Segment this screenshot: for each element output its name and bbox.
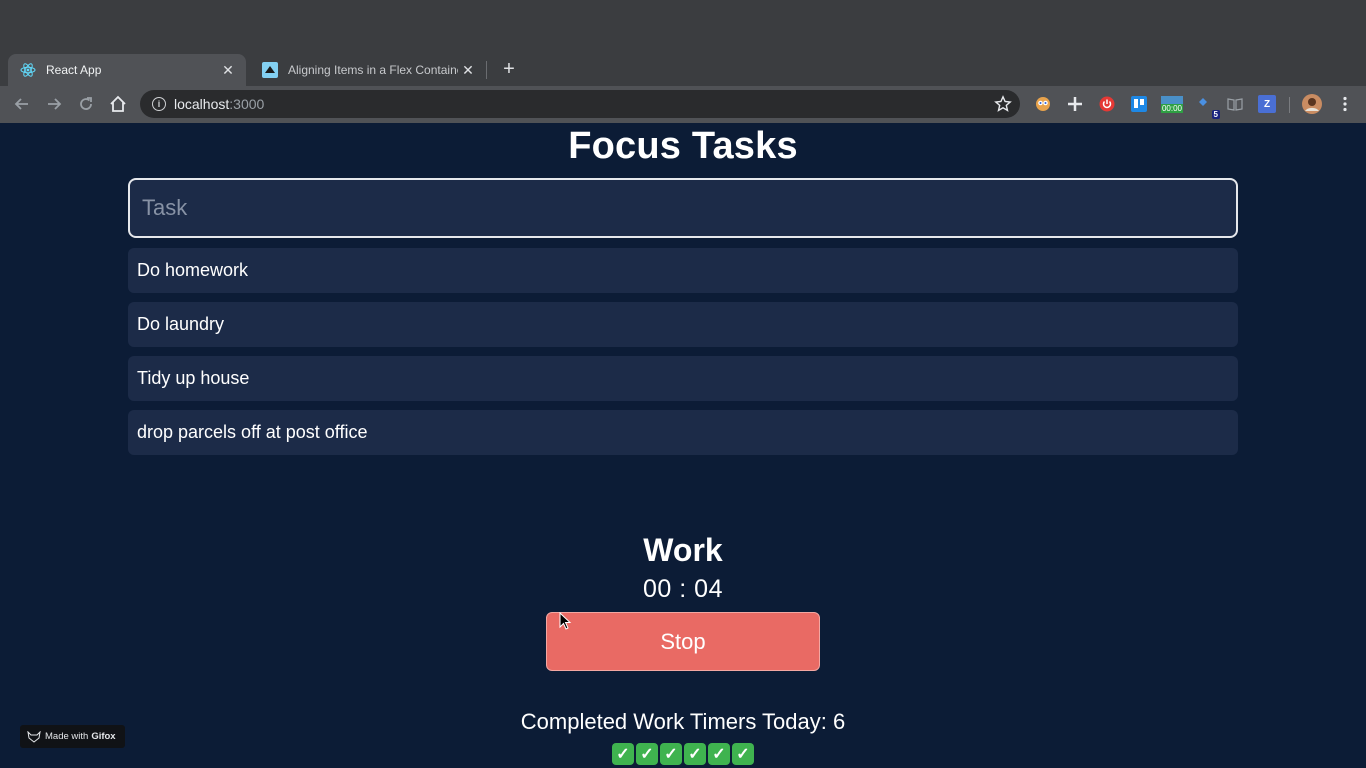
tab-title: Aligning Items in a Flex Containe xyxy=(288,63,458,77)
watermark-prefix: Made with xyxy=(45,731,89,742)
gifox-watermark: Made with Gifox xyxy=(20,725,125,748)
task-list: Do homework Do laundry Tidy up house dro… xyxy=(128,248,1238,464)
address-bar[interactable]: i localhost:3000 xyxy=(140,90,1020,118)
reader-extension-icon[interactable] xyxy=(1226,95,1244,113)
check-mark-icon: ✓ xyxy=(612,743,634,765)
timer-display: 00 : 04 xyxy=(643,575,723,603)
check-mark-icon: ✓ xyxy=(708,743,730,765)
stop-button[interactable]: Stop xyxy=(546,612,820,671)
browser-tabstrip: React App ✕ Aligning Items in a Flex Con… xyxy=(0,0,1366,86)
check-mark-icon: ✓ xyxy=(732,743,754,765)
timer-extension-icon[interactable]: 00:00 xyxy=(1158,95,1186,113)
reload-icon[interactable] xyxy=(75,93,97,115)
fox-logo-icon xyxy=(27,730,41,743)
tab-react-app[interactable]: React App ✕ xyxy=(8,54,246,86)
mdn-icon xyxy=(262,62,278,78)
close-tab-icon[interactable]: ✕ xyxy=(458,62,478,79)
check-mark-icon: ✓ xyxy=(660,743,682,765)
power-extension-icon[interactable] xyxy=(1098,95,1116,113)
task-item[interactable]: Tidy up house xyxy=(128,356,1238,401)
bookmark-star-icon[interactable] xyxy=(994,95,1012,113)
page-title: Focus Tasks xyxy=(568,125,798,167)
task-item[interactable]: Do homework xyxy=(128,248,1238,293)
new-tab-button[interactable]: + xyxy=(498,58,520,80)
check-mark-icon: ✓ xyxy=(684,743,706,765)
react-icon xyxy=(20,62,36,78)
tab-title: React App xyxy=(46,63,102,77)
completed-checks: ✓ ✓ ✓ ✓ ✓ ✓ xyxy=(0,743,1366,765)
home-icon[interactable] xyxy=(107,93,129,115)
move-extension-icon[interactable] xyxy=(1066,95,1084,113)
toolbar-divider xyxy=(1289,97,1290,113)
forward-icon[interactable] xyxy=(43,93,65,115)
check-mark-icon: ✓ xyxy=(636,743,658,765)
url-text: localhost:3000 xyxy=(174,96,265,112)
completed-timers-label: Completed Work Timers Today: 6 xyxy=(520,709,846,734)
trello-extension-icon[interactable] xyxy=(1130,95,1148,113)
app-page: Focus Tasks Do homework Do laundry Tidy … xyxy=(0,123,1366,768)
close-tab-icon[interactable]: ✕ xyxy=(218,62,238,79)
timer-mode-label: Work xyxy=(643,532,723,568)
site-info-icon[interactable]: i xyxy=(152,97,166,111)
browser-toolbar: i localhost:3000 00:00 5 Z xyxy=(0,86,1366,123)
tab-mdn-flex[interactable]: Aligning Items in a Flex Containe ✕ xyxy=(250,54,486,86)
watermark-brand: Gifox xyxy=(91,731,116,742)
tag-extension-icon[interactable]: 5 xyxy=(1196,95,1220,119)
owl-extension-icon[interactable] xyxy=(1034,95,1052,113)
tab-divider xyxy=(486,61,487,79)
menu-kebab-icon[interactable] xyxy=(1336,95,1354,113)
back-icon[interactable] xyxy=(11,93,33,115)
z-extension-icon[interactable]: Z xyxy=(1258,95,1276,113)
mouse-cursor-icon xyxy=(559,612,572,630)
task-item[interactable]: drop parcels off at post office xyxy=(128,410,1238,455)
task-input[interactable] xyxy=(128,178,1238,238)
task-item[interactable]: Do laundry xyxy=(128,302,1238,347)
profile-avatar[interactable] xyxy=(1302,94,1322,114)
